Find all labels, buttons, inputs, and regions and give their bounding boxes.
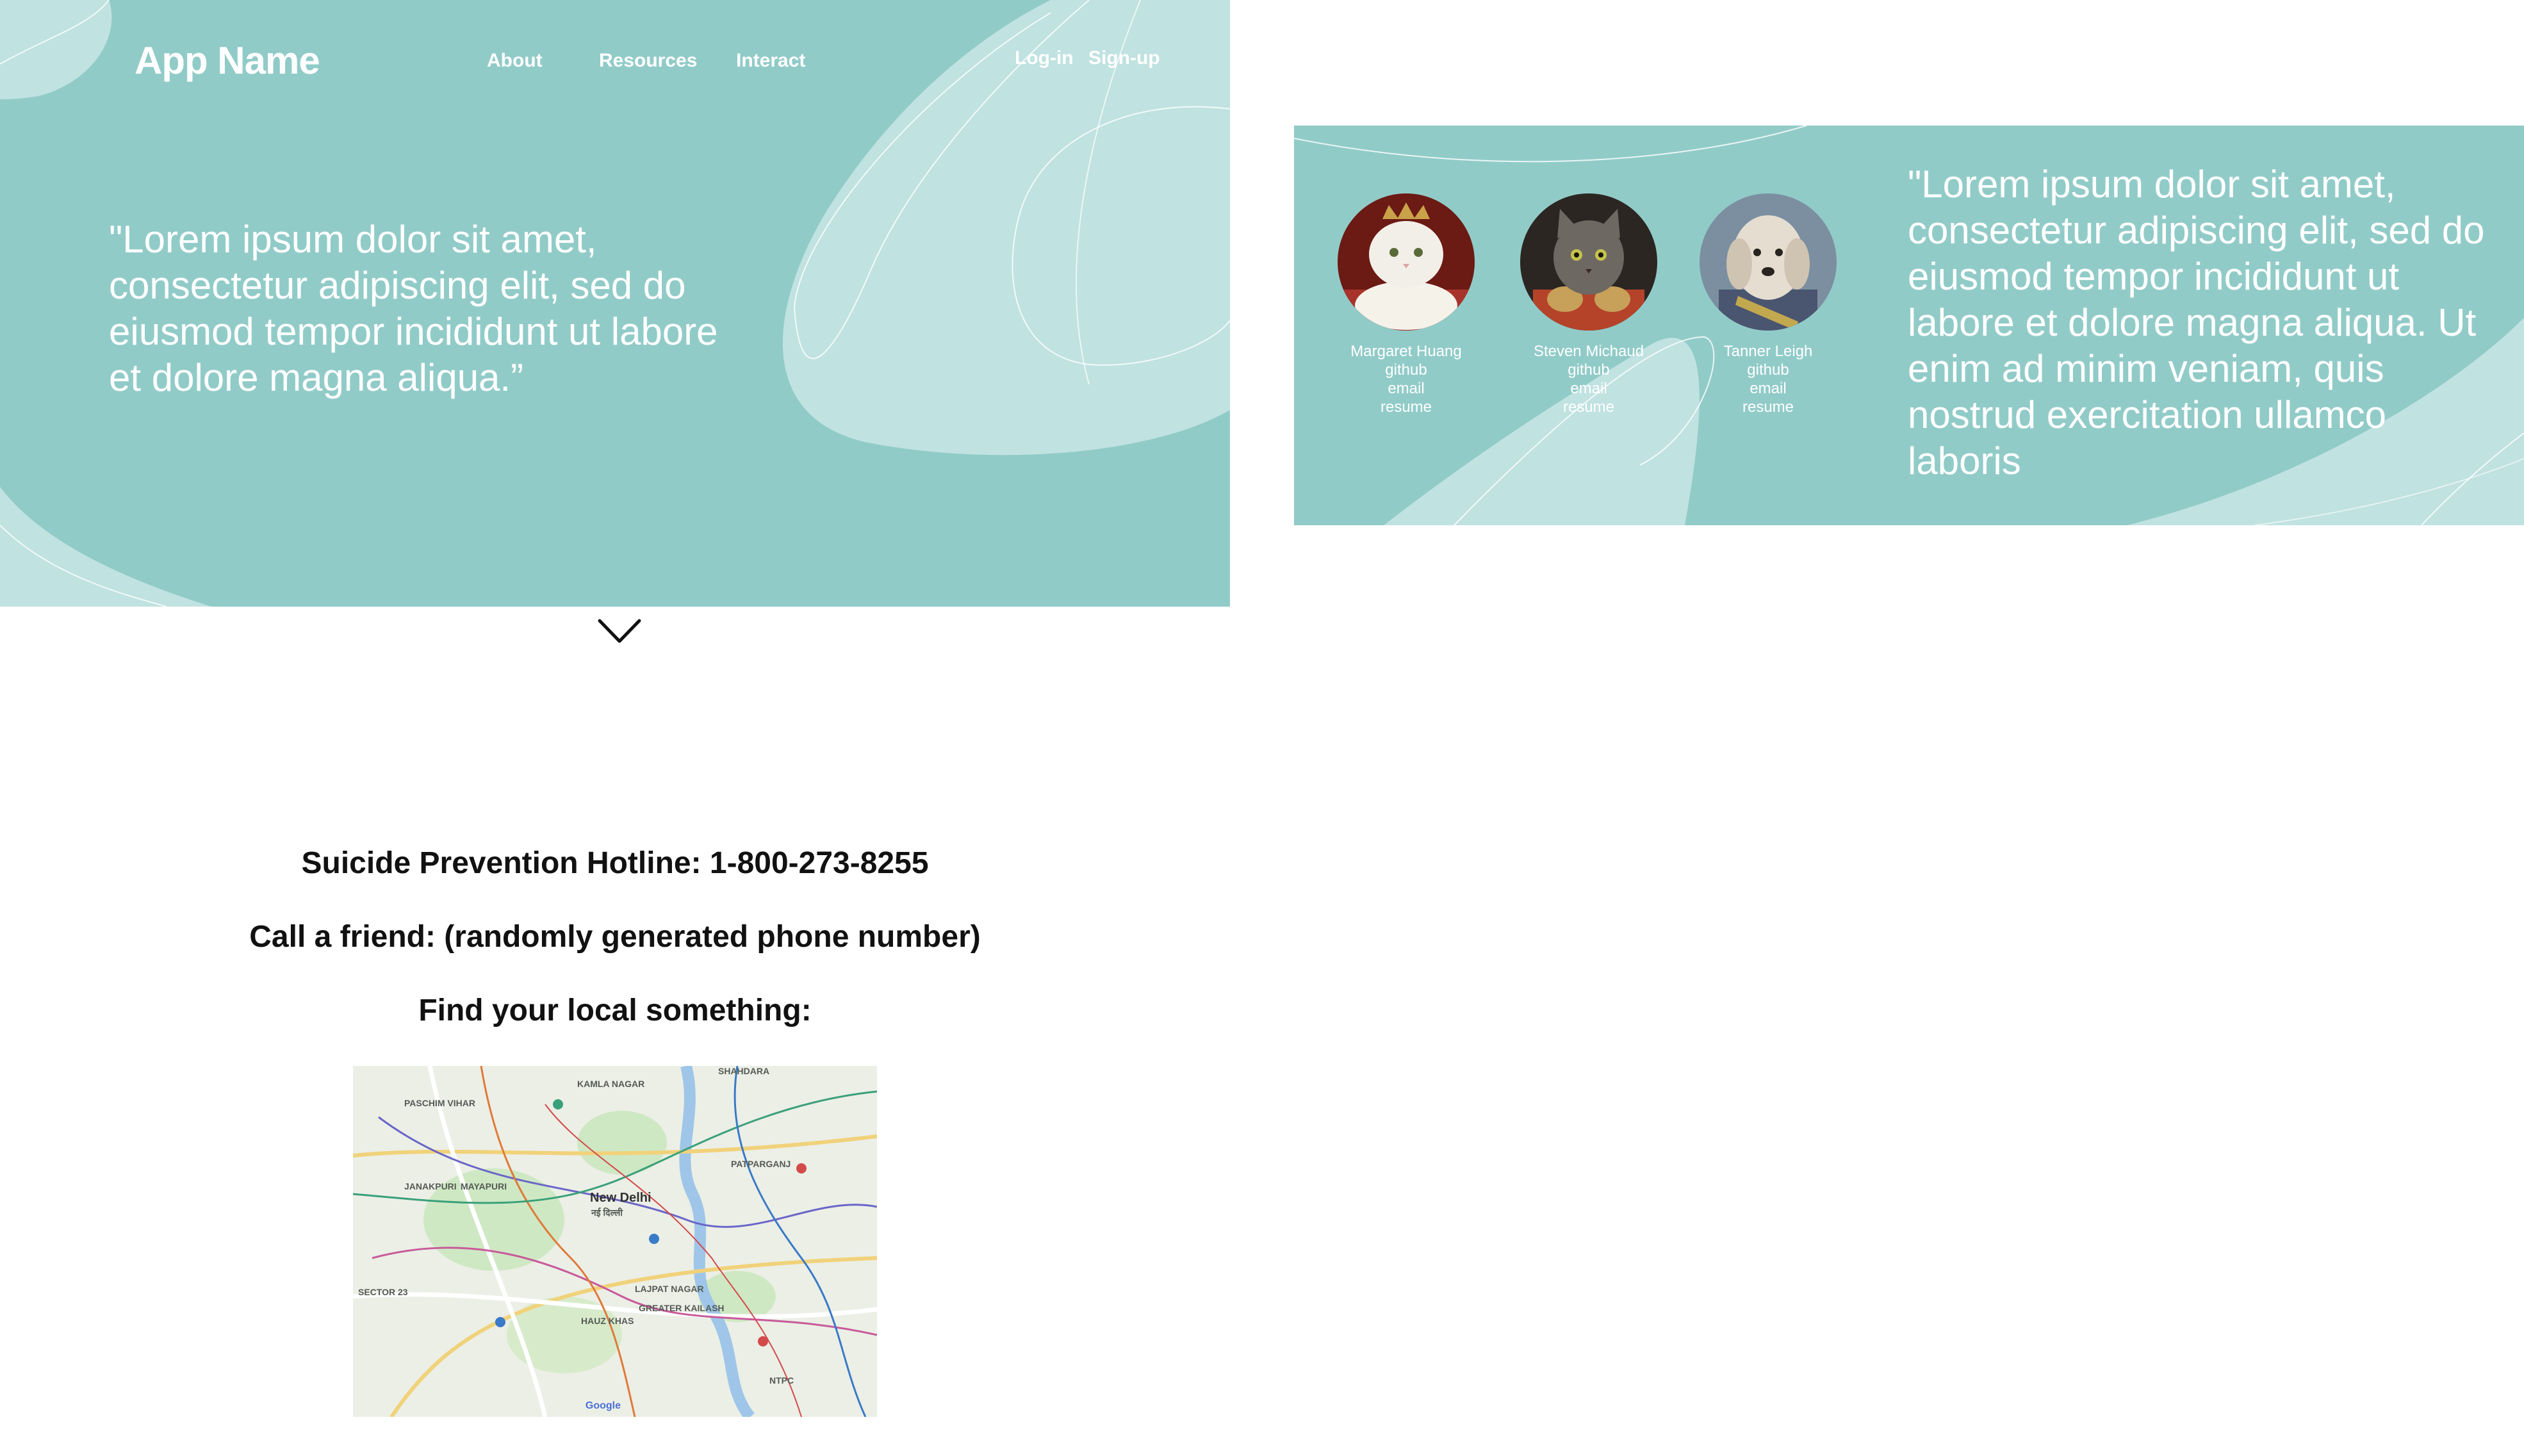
chevron-down-icon[interactable] [597,617,642,648]
email-link[interactable]: email [1323,379,1489,398]
map-label: New Delhi [590,1191,651,1205]
resume-link[interactable]: resume [1685,398,1851,416]
map-label: JANAKPURI [404,1181,457,1191]
avatar-tabby-cat [1520,193,1657,331]
team-quote: "Lorem ipsum dolor sit amet, consectetur… [1908,163,2485,482]
map-label: MAYAPURI [461,1181,507,1191]
map-label: SHAHDARA [718,1066,770,1076]
github-link[interactable]: github [1685,361,1851,379]
hero-quote: "Lorem ipsum dolor sit amet, consectetur… [109,218,718,399]
resume-link[interactable]: resume [1323,398,1489,416]
signup-link[interactable]: Sign-up [1088,47,1160,69]
github-link[interactable]: github [1505,361,1672,379]
member-card-1: Margaret Huang github email resume [1323,342,1489,416]
email-link[interactable]: email [1685,379,1851,398]
resume-link[interactable]: resume [1505,398,1672,416]
map-graphic [353,1066,877,1417]
login-link[interactable]: Log-in [1015,47,1074,69]
member-name: Steven Michaud [1533,343,1644,360]
member-card-3: Tanner Leigh github email resume [1685,342,1851,416]
map-label: PATPARGANJ [731,1159,791,1169]
nav-interact[interactable]: Interact [736,50,805,72]
map-label: SECTOR 23 [358,1287,408,1297]
nav-about[interactable]: About [487,50,543,72]
map-label: KAMLA NAGAR [577,1079,645,1089]
map-label: LAJPAT NAGAR [635,1284,704,1294]
app-name-logo[interactable]: App Name [135,38,320,83]
map-label: HAUZ KHAS [581,1316,634,1326]
map-label: PASCHIM VIHAR [404,1098,475,1108]
call-friend-text: Call a friend: (randomly generated phone… [249,920,981,954]
member-name: Tanner Leigh [1723,343,1813,360]
email-link[interactable]: email [1505,379,1672,398]
local-map[interactable]: SHAHDARA KAMLA NAGAR PASCHIM VIHAR PATPA… [353,1066,877,1417]
member-name: Margaret Huang [1350,343,1462,360]
avatar-terrier-dog [1700,193,1837,331]
map-label: नई दिल्ली [591,1207,623,1218]
nav-resources[interactable]: Resources [599,50,697,72]
team-panel: Margaret Huang github email resume Steve… [1294,126,2524,525]
hotline-text: Suicide Prevention Hotline: 1-800-273-82… [301,846,929,880]
map-label: NTPC [769,1375,794,1386]
local-heading: Find your local something: [418,994,812,1027]
github-link[interactable]: github [1323,361,1489,379]
avatar-white-persian-cat [1338,193,1475,331]
hero-panel: App Name About Resources Interact Log-in… [0,0,1230,607]
google-logo: Google [585,1400,621,1411]
member-card-2: Steven Michaud github email resume [1505,342,1672,416]
map-label: GREATER KAILASH [639,1303,725,1313]
